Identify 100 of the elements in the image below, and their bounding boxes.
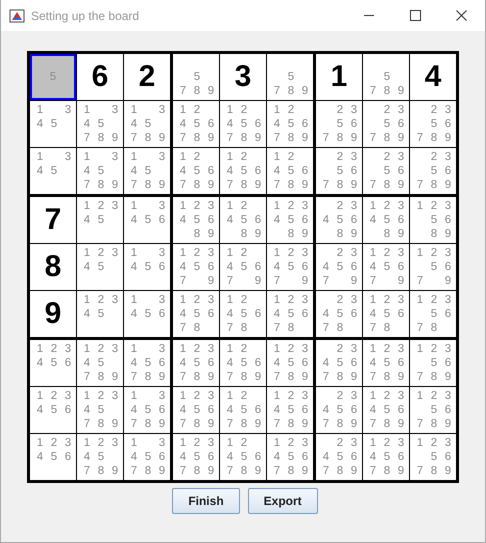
candidate-digit: 4: [82, 403, 92, 417]
sudoku-cell[interactable]: 1 2 3 4 5: [77, 291, 123, 337]
sudoku-cell[interactable]: 2 3 4 5 6 7 8 9: [316, 434, 362, 480]
sudoku-cell[interactable]: 1 2 3 4 5 6 7 9: [267, 244, 313, 290]
sudoku-cell[interactable]: 1 2 4 5 6 8 9: [220, 197, 266, 243]
sudoku-cell[interactable]: 1 3 4 5 6 7 8 9: [124, 387, 170, 433]
sudoku-cell[interactable]: 1 2 4 5 6 7 9: [220, 244, 266, 290]
sudoku-cell[interactable]: 1 2 4 5 6 7 8 9: [220, 148, 266, 194]
sudoku-cell[interactable]: 2 3 4 5 6 8 9: [316, 197, 362, 243]
candidate-digit: 3: [110, 342, 120, 356]
sudoku-cell[interactable]: 9: [30, 291, 76, 337]
candidate-digit: 5: [430, 164, 438, 178]
sudoku-cell[interactable]: 2 3 5 6 7 8 9: [363, 101, 409, 147]
candidate-digit: 1: [368, 246, 378, 260]
candidate-digit: 8: [336, 417, 344, 431]
sudoku-cell[interactable]: 1 2 3 4 5 6 7 9: [173, 244, 219, 290]
sudoku-cell[interactable]: 1 2 4 5 6 7 8 9: [267, 101, 313, 147]
sudoku-cell[interactable]: 1 3 4 5 6 7 8 9: [124, 340, 170, 386]
sudoku-cell[interactable]: 1 2 4 5 6 7 8 9: [220, 101, 266, 147]
candidate-digit: 7: [322, 178, 330, 192]
sudoku-cell[interactable]: 1 3 4 5 7 8 9: [124, 101, 170, 147]
sudoku-cell[interactable]: 1 2 3 4 5 6 7 8 9: [267, 434, 313, 480]
sudoku-cell[interactable]: 1 2 3 4 5 6: [30, 340, 76, 386]
sudoku-cell[interactable]: 1 2 3 4 5 6 7 8 9: [363, 434, 409, 480]
sudoku-cell[interactable]: 1 2 4 5 6 7 8 9: [220, 387, 266, 433]
sudoku-cell[interactable]: 1 2 3 4 5 7 8 9: [77, 434, 123, 480]
sudoku-cell[interactable]: 1 2 3 4 5 6: [30, 387, 76, 433]
sudoku-cell[interactable]: 2 3 4 5 6 7 8 9: [316, 387, 362, 433]
sudoku-cell[interactable]: 1: [316, 54, 362, 100]
candidate-digit: 9: [158, 417, 166, 431]
action-button[interactable]: Finish: [172, 488, 240, 514]
sudoku-cell[interactable]: 1 2 3 4 5 6 7 8 9: [267, 387, 313, 433]
sudoku-cell[interactable]: 1 2 3 4 5 6 8 9: [267, 197, 313, 243]
sudoku-cell[interactable]: 1 2 3 4 5 6 7 8: [173, 291, 219, 337]
sudoku-cell[interactable]: 2 3 5 6 7 8 9: [316, 101, 362, 147]
sudoku-cell[interactable]: 1 2 3 4 5 6: [30, 434, 76, 480]
candidate-digit: 6: [396, 403, 406, 417]
candidate-digit: 7: [322, 274, 330, 288]
action-button[interactable]: Export: [248, 488, 318, 514]
sudoku-cell[interactable]: 2 3 4 5 6 7 8 9: [316, 340, 362, 386]
sudoku-cell[interactable]: 2 3 5 6 7 8 9: [363, 148, 409, 194]
sudoku-cell[interactable]: 1 2 3 4 5 6 7 8 9: [267, 340, 313, 386]
candidate-digit: 1: [36, 389, 44, 403]
sudoku-cell[interactable]: 8: [30, 244, 76, 290]
sudoku-cell[interactable]: 1 2 3 4 5 6 7 8 9: [173, 340, 219, 386]
sudoku-cell[interactable]: 1 2 3 4 5 7 8 9: [77, 387, 123, 433]
sudoku-cell[interactable]: 1 2 4 5 6 7 8 9: [220, 434, 266, 480]
sudoku-cell[interactable]: 1 2 3 4 5 6 7 8 9: [363, 387, 409, 433]
sudoku-cell[interactable]: 3: [220, 54, 266, 100]
sudoku-cell[interactable]: 1 2 3 4 5: [77, 197, 123, 243]
sudoku-cell[interactable]: 1 3 4 5 7 8 9: [77, 101, 123, 147]
sudoku-cell[interactable]: 2 3 5 6 7 8 9: [316, 148, 362, 194]
sudoku-cell[interactable]: 4: [410, 54, 456, 100]
sudoku-cell[interactable]: 1 2 3 5 6 7 8 9: [410, 340, 456, 386]
sudoku-cell[interactable]: 1 2 3 4 5 6 8 9: [173, 197, 219, 243]
sudoku-cell[interactable]: 2: [124, 54, 170, 100]
sudoku-cell[interactable]: 1 2 3 4 5 7 8 9: [77, 340, 123, 386]
sudoku-cell[interactable]: 7: [30, 197, 76, 243]
sudoku-cell[interactable]: 1 2 3 4 5 6 7 8 9: [173, 434, 219, 480]
candidate-digit: 5: [430, 117, 438, 131]
candidate-digit: 8: [430, 227, 438, 241]
sudoku-cell[interactable]: 1 2 3 5 6 7 8 9: [410, 387, 456, 433]
sudoku-cell[interactable]: 1 3 4 5 7 8 9: [124, 148, 170, 194]
sudoku-cell[interactable]: 2 3 4 5 6 7 8: [316, 291, 362, 337]
sudoku-cell[interactable]: 1 3 4 5 6 7 8 9: [124, 434, 170, 480]
candidate-digit: 8: [286, 131, 296, 145]
sudoku-cell[interactable]: 1 3 4 5 7 8 9: [77, 148, 123, 194]
sudoku-cell[interactable]: 1 2 3 5 6 8 9: [410, 197, 456, 243]
sudoku-cell[interactable]: 1 2 3 5 6 7 8 9: [410, 434, 456, 480]
sudoku-cell[interactable]: 1 3 4 5: [30, 101, 76, 147]
sudoku-cell[interactable]: 1 2 4 5 6 7 8: [220, 291, 266, 337]
maximize-icon[interactable]: [410, 10, 421, 21]
sudoku-cell[interactable]: 5 7 8 9: [363, 54, 409, 100]
sudoku-cell[interactable]: 5 7 8 9: [267, 54, 313, 100]
sudoku-cell[interactable]: 1 2 3 4 5 6 7 8 9: [173, 387, 219, 433]
sudoku-cell[interactable]: 1 2 4 5 6 7 8 9: [173, 148, 219, 194]
candidate-digit: 3: [300, 342, 310, 356]
sudoku-cell[interactable]: 1 2 3 4 5 6 7 8: [363, 291, 409, 337]
sudoku-cell[interactable]: 1 2 3 5 6 7 9: [410, 244, 456, 290]
sudoku-cell[interactable]: 2 3 4 5 6 7 9: [316, 244, 362, 290]
close-icon[interactable]: [456, 10, 467, 21]
sudoku-cell[interactable]: 1 2 3 5 6 7 8: [410, 291, 456, 337]
sudoku-cell[interactable]: 1 2 4 5 6 7 8 9: [173, 101, 219, 147]
candidate-digit: 6: [254, 403, 262, 417]
sudoku-cell[interactable]: 1 2 3 4 5 6 7 8: [267, 291, 313, 337]
candidate-digit: 5: [192, 117, 202, 131]
sudoku-cell[interactable]: 1 2 3 4 5 6 8 9: [363, 197, 409, 243]
sudoku-cell[interactable]: 2 3 5 6 7 8 9: [410, 101, 456, 147]
sudoku-cell[interactable]: 5 7 8 9: [173, 54, 219, 100]
sudoku-cell[interactable]: 1 3 4 5 6: [124, 244, 170, 290]
sudoku-cell[interactable]: 1 2 4 5 6 7 8 9: [220, 340, 266, 386]
sudoku-cell[interactable]: 2 3 5 6 7 8 9: [410, 148, 456, 194]
sudoku-cell[interactable]: 1 3 4 5: [30, 148, 76, 194]
sudoku-cell[interactable]: 1 2 3 4 5 6 7 9: [363, 244, 409, 290]
sudoku-cell[interactable]: 1 3 4 5 6: [124, 197, 170, 243]
sudoku-cell[interactable]: 1 2 3 4 5: [77, 244, 123, 290]
sudoku-cell[interactable]: 1 2 3 4 5 6 7 8 9: [363, 340, 409, 386]
sudoku-cell[interactable]: 6: [77, 54, 123, 100]
sudoku-cell[interactable]: 1 3 4 5 6: [124, 291, 170, 337]
sudoku-cell[interactable]: 1 2 4 5 6 7 8 9: [267, 148, 313, 194]
